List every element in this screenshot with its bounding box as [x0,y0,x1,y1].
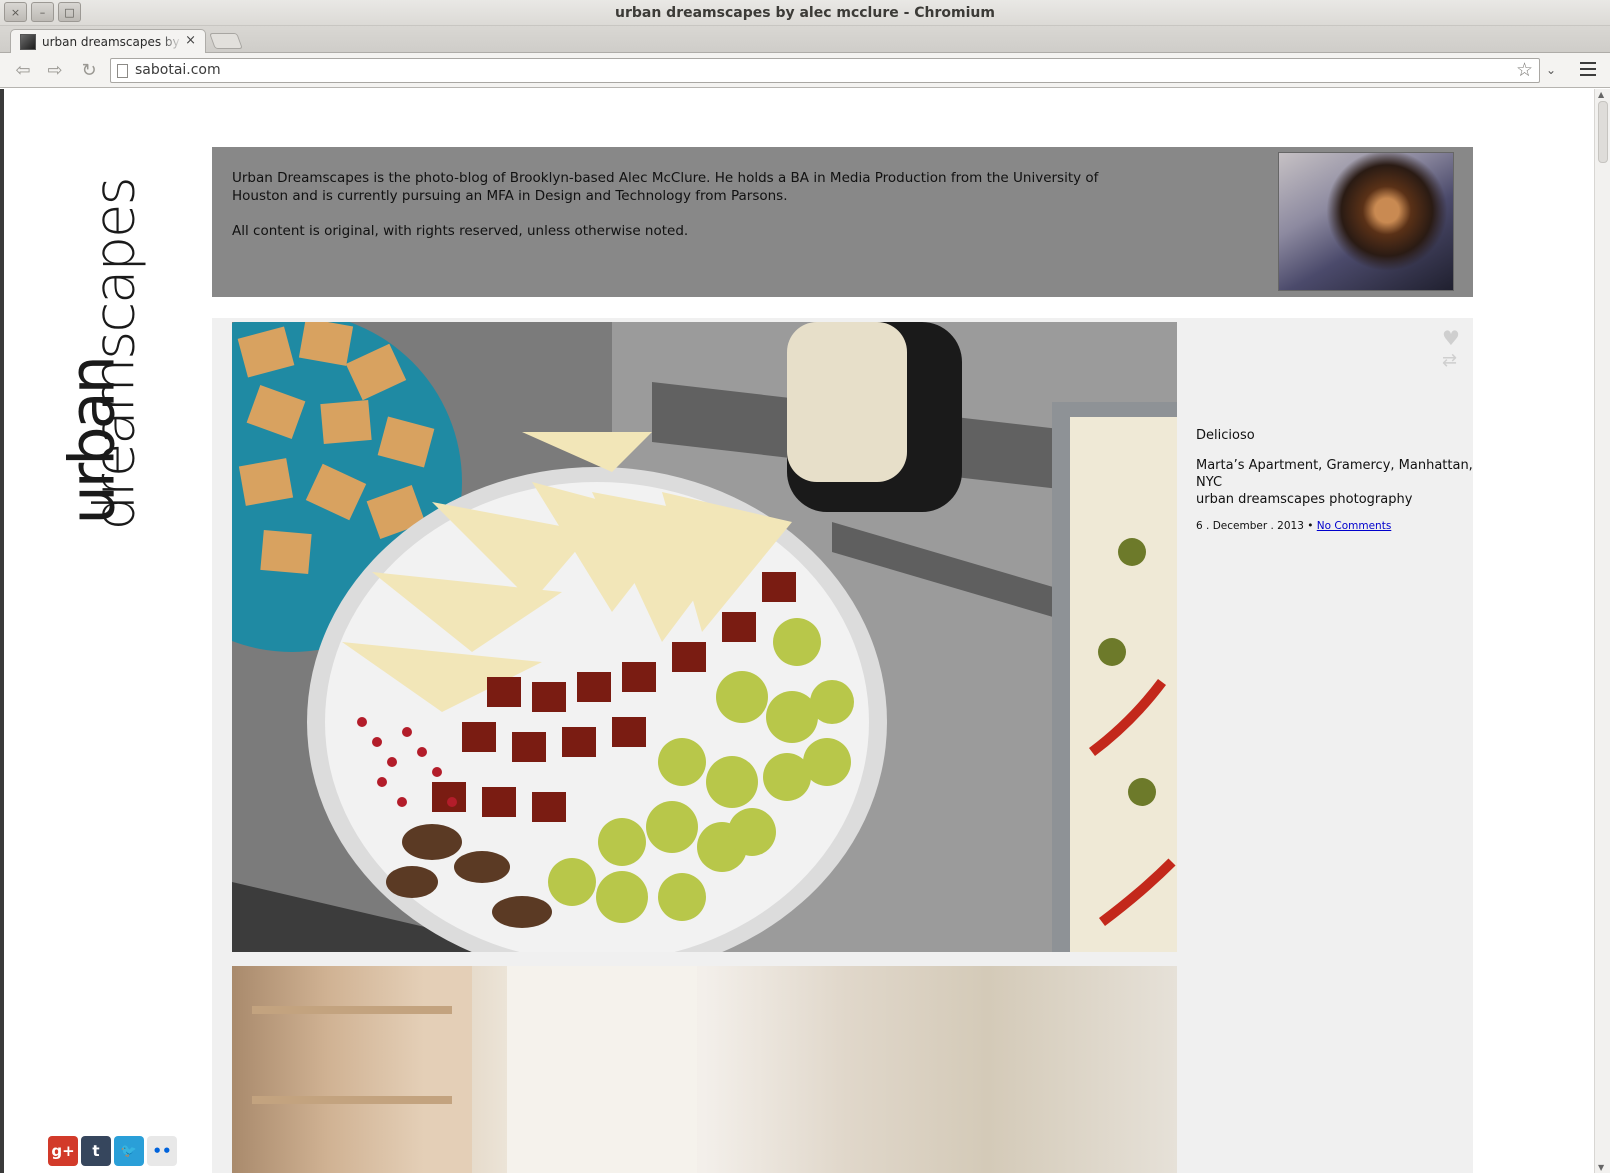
favicon-icon [20,33,36,50]
heart-icon[interactable]: ♥ [1442,328,1464,348]
photo-shelf-board [252,1006,452,1014]
tumblr-icon[interactable]: t [81,1136,111,1166]
twitter-icon[interactable]: 🐦 [114,1136,144,1166]
post-caption: Delicioso Marta’s Apartment, Gramercy, M… [1196,428,1476,532]
reblog-icon[interactable]: ⇄ [1442,350,1464,371]
tab-title: urban dreamscapes by alec mcclure [42,34,182,49]
title-bar: × – □ urban dreamscapes by alec mcclure … [0,0,1610,26]
post-meta: 6 . December . 2013 • No Comments [1196,520,1476,532]
menu-icon[interactable] [1580,62,1596,76]
tab-strip: urban dreamscapes by alec mcclure × [0,26,1610,53]
tab-close-icon[interactable]: × [185,33,196,48]
browser-toolbar: ⇦ ⇨ ↻ sabotai.com ☆ ⌄ [0,53,1610,88]
social-links: g+ t 🐦 •• [48,1136,177,1166]
scrollbar-thumb[interactable] [1598,101,1608,163]
credit-text: urban dreamscapes photography [1196,492,1413,507]
bio-panel: Urban Dreamscapes is the photo-blog of B… [212,147,1473,297]
page-icon [117,64,128,78]
reload-button[interactable]: ↻ [76,59,102,81]
url-text[interactable]: sabotai.com [135,62,221,78]
photo-column [507,966,697,1173]
scroll-down-icon[interactable]: ▼ [1598,1163,1604,1172]
post-panel: ♥ ⇄ Delicioso Marta’s Apartment, Gramerc… [212,318,1473,1173]
post-location: Marta’s Apartment, Gramercy, Manhattan, … [1196,457,1476,508]
vertical-scrollbar[interactable]: ▲ ▼ [1594,89,1610,1173]
chevron-down-icon[interactable]: ⌄ [1546,63,1556,77]
bio-text: Urban Dreamscapes is the photo-blog of B… [232,170,1099,204]
window-title: urban dreamscapes by alec mcclure - Chro… [615,5,995,21]
flickr-icon[interactable]: •• [147,1136,177,1166]
forward-button[interactable]: ⇨ [42,59,68,81]
photo-shelf-board [252,1096,452,1104]
post-date: 6 . December . 2013 • [1196,520,1314,532]
logo-word-dreamscapes: dreamscapes [82,178,148,531]
address-bar[interactable]: sabotai.com ☆ [110,58,1540,83]
post-title: Delicioso [1196,428,1255,443]
site-logo[interactable]: urban dreamscapes [40,108,150,578]
scroll-up-icon[interactable]: ▲ [1598,90,1604,99]
browser-window: × – □ urban dreamscapes by alec mcclure … [0,0,1610,1173]
tab-urban-dreamscapes[interactable]: urban dreamscapes by alec mcclure × [10,29,206,53]
rights-text: All content is original, with rights res… [232,223,689,239]
photo-shelf [232,966,472,1173]
comments-link[interactable]: No Comments [1317,520,1392,532]
new-tab-button[interactable] [209,33,243,49]
post-photo[interactable] [232,322,1177,952]
post-actions: ♥ ⇄ [1442,328,1464,371]
bookmark-star-icon[interactable]: ☆ [1516,59,1533,81]
author-portrait [1278,152,1454,291]
google-plus-icon[interactable]: g+ [48,1136,78,1166]
back-button[interactable]: ⇦ [10,59,36,81]
post-photo-2[interactable] [232,966,1177,1173]
location-text: Marta’s Apartment, Gramercy, Manhattan, … [1196,458,1473,490]
